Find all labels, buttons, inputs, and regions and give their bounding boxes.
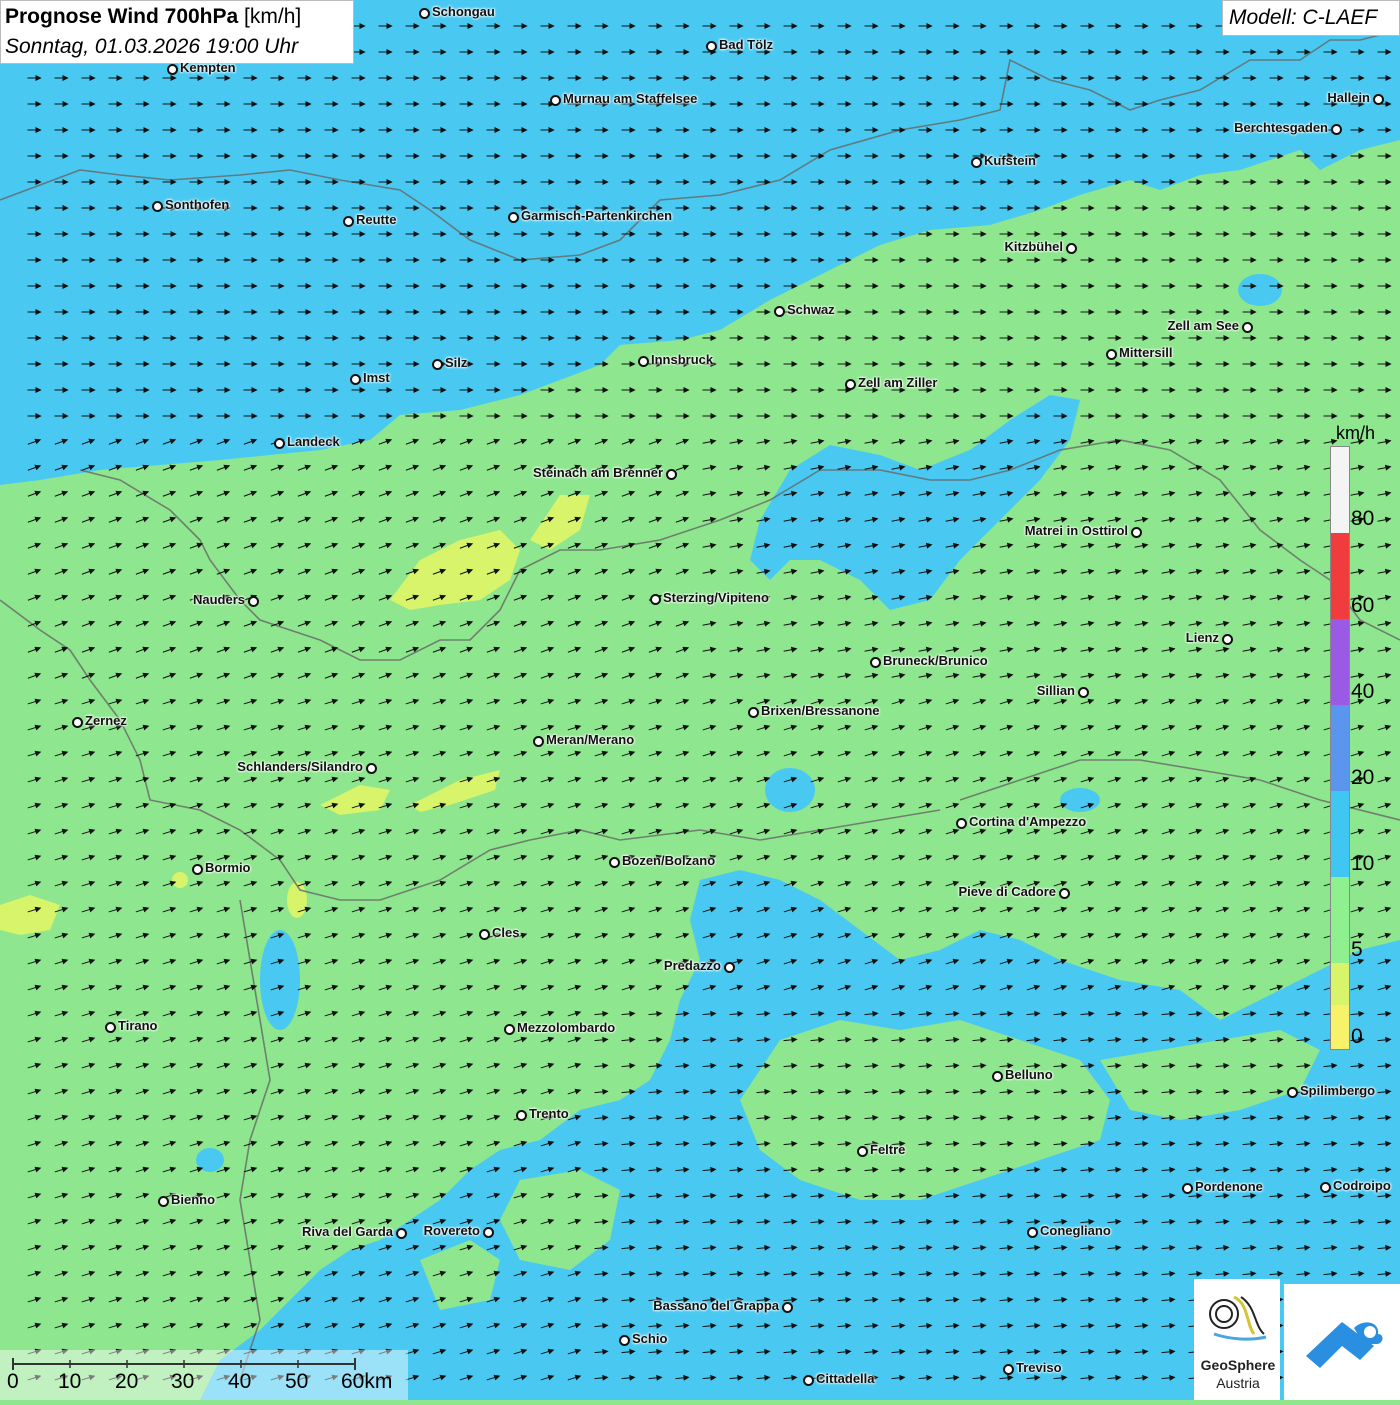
- wind-zone-5-10: [287, 882, 307, 918]
- wind-zone-20-40-patch: [1238, 274, 1282, 306]
- wind-zone-20-40-patch: [1060, 788, 1100, 812]
- wind-zone-5-10: [172, 872, 188, 888]
- wind-zone-20-40-patch: [765, 768, 815, 812]
